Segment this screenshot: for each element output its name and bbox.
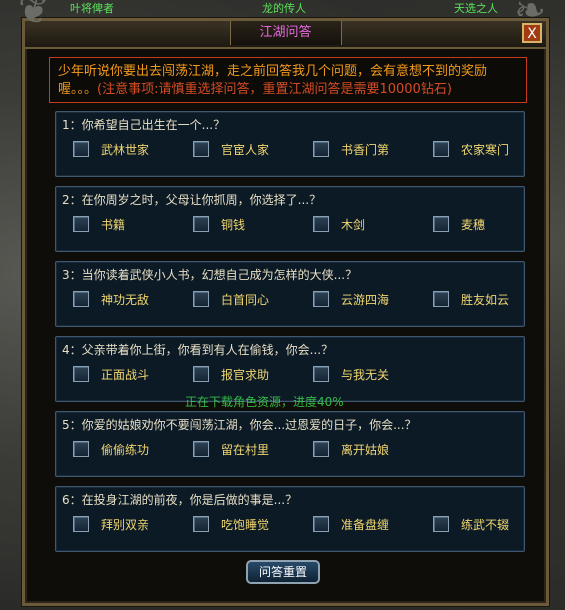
option-label: 正面战斗 [101,367,150,382]
option-checkbox[interactable] [313,291,329,307]
option-checkbox[interactable] [313,516,329,532]
option-label: 与我无关 [341,367,390,382]
option-label: 留在村里 [221,442,270,457]
option[interactable]: 麦穗 [433,214,485,234]
question-text: 2：在你周岁之时，父母让你抓周，你选择了...？ [62,193,322,207]
question-text: 3：当你读着武侠小人书，幻想自己成为怎样的大侠...？ [62,268,358,282]
question-box: 4：父亲带着你上街，你看到有人在偷钱，你会...？ 正面战斗 报官求助 与我无关 [55,336,525,402]
option[interactable]: 神功无敌 [73,289,149,309]
window-title: 江湖问答 [229,21,342,45]
option-label: 农家寒门 [461,142,510,157]
option-label: 书籍 [101,217,126,232]
dragon-ornament-icon: ❧ [514,0,546,32]
player-names: 叶将俾者 龙的传人 天选之人 [0,0,565,15]
option[interactable]: 胜友如云 [433,289,509,309]
option-checkbox[interactable] [433,141,449,157]
reset-quiz-button[interactable]: 问答重置 [246,560,320,584]
option-checkbox[interactable] [313,216,329,232]
question-box: 5：你爱的姑娘劝你不要闯荡江湖，你会...过恩爱的日子，你会...？ 偷偷练功 … [55,411,525,477]
option-label: 武林世家 [101,142,150,157]
option-label: 神功无敌 [101,292,150,307]
option-label: 吃饱睡觉 [221,517,270,532]
option-checkbox[interactable] [193,291,209,307]
player-name: 龙的传人 [262,2,306,15]
option-label: 拜别双亲 [101,517,150,532]
player-name: 天选之人 [454,2,498,15]
option[interactable]: 正面战斗 [73,364,149,384]
option[interactable]: 官宦人家 [193,139,269,159]
dragon-ornament-icon: ❦ [18,0,50,32]
option-checkbox[interactable] [313,441,329,457]
option-checkbox[interactable] [313,366,329,382]
option[interactable]: 拜别双亲 [73,514,149,534]
quiz-window: 江湖问答 X 少年听说你要出去闯荡江湖，走之前回答我几个问题，会有意想不到的奖励… [22,18,549,606]
question-text: 4：父亲带着你上街，你看到有人在偷钱，你会...？ [62,343,334,357]
option[interactable]: 留在村里 [193,439,269,459]
option[interactable]: 偷偷练功 [73,439,149,459]
option[interactable]: 练武不辍 [433,514,509,534]
option[interactable]: 铜钱 [193,214,245,234]
option-checkbox[interactable] [73,291,89,307]
option-label: 偷偷练功 [101,442,150,457]
option-checkbox[interactable] [73,366,89,382]
option-checkbox[interactable] [73,516,89,532]
option-label: 准备盘缠 [341,517,390,532]
option-checkbox[interactable] [193,516,209,532]
option[interactable]: 武林世家 [73,139,149,159]
option-checkbox[interactable] [313,141,329,157]
option-checkbox[interactable] [193,441,209,457]
question-box: 6：在投身江湖的前夜，你是后做的事是...？ 拜别双亲 吃饱睡觉 准备盘缠 练武… [55,486,525,552]
option[interactable]: 报官求助 [193,364,269,384]
option-checkbox[interactable] [193,366,209,382]
option-checkbox[interactable] [73,216,89,232]
option-checkbox[interactable] [193,141,209,157]
option-label: 白首同心 [221,292,270,307]
notice-warning: (注意事项:请慎重选择问答，重置江湖问答是需要10000钻石) [97,82,452,97]
question-box: 3：当你读着武侠小人书，幻想自己成为怎样的大侠...？ 神功无敌 白首同心 云游… [55,261,525,327]
question-text: 6：在投身江湖的前夜，你是后做的事是...？ [62,493,298,507]
option-label: 麦穗 [461,217,486,232]
question-text-part: 过恩爱的日子，你会...？ [285,418,417,432]
player-name: 叶将俾者 [70,2,114,15]
option[interactable]: 书籍 [73,214,125,234]
option-checkbox[interactable] [193,216,209,232]
option[interactable]: 木剑 [313,214,365,234]
option[interactable]: 书香门第 [313,139,389,159]
option[interactable]: 白首同心 [193,289,269,309]
option[interactable]: 云游四海 [313,289,389,309]
option-label: 书香门第 [341,142,390,157]
question-text: 5：你爱的姑娘劝你不要闯荡江湖，你会...过恩爱的日子，你会...？ [62,416,417,433]
option[interactable]: 农家寒门 [433,139,509,159]
option[interactable]: 准备盘缠 [313,514,389,534]
option-label: 官宦人家 [221,142,270,157]
option-label: 胜友如云 [461,292,510,307]
option-checkbox[interactable] [73,441,89,457]
option[interactable]: 离开姑娘 [313,439,389,459]
option-label: 木剑 [341,217,366,232]
title-bar[interactable]: 江湖问答 X [25,21,546,49]
notice-box: 少年听说你要出去闯荡江湖，走之前回答我几个问题，会有意想不到的奖励喔。。。(注意… [49,57,527,103]
option-checkbox[interactable] [433,216,449,232]
option[interactable]: 与我无关 [313,364,389,384]
option-label: 练武不辍 [461,517,510,532]
option[interactable]: 吃饱睡觉 [193,514,269,534]
option-label: 报官求助 [221,367,270,382]
question-box: 1：你希望自己出生在一个...？ 武林世家 官宦人家 书香门第 农家寒门 [55,111,525,177]
option-label: 离开姑娘 [341,442,390,457]
option-label: 云游四海 [341,292,390,307]
question-box: 2：在你周岁之时，父母让你抓周，你选择了...？ 书籍 铜钱 木剑 麦穗 [55,186,525,252]
option-checkbox[interactable] [433,516,449,532]
option-checkbox[interactable] [73,141,89,157]
option-label: 铜钱 [221,217,246,232]
option-checkbox[interactable] [433,291,449,307]
question-text-part: 5：你爱的姑娘劝你不要闯荡江湖，你会... [62,418,286,432]
question-text: 1：你希望自己出生在一个...？ [62,118,226,132]
